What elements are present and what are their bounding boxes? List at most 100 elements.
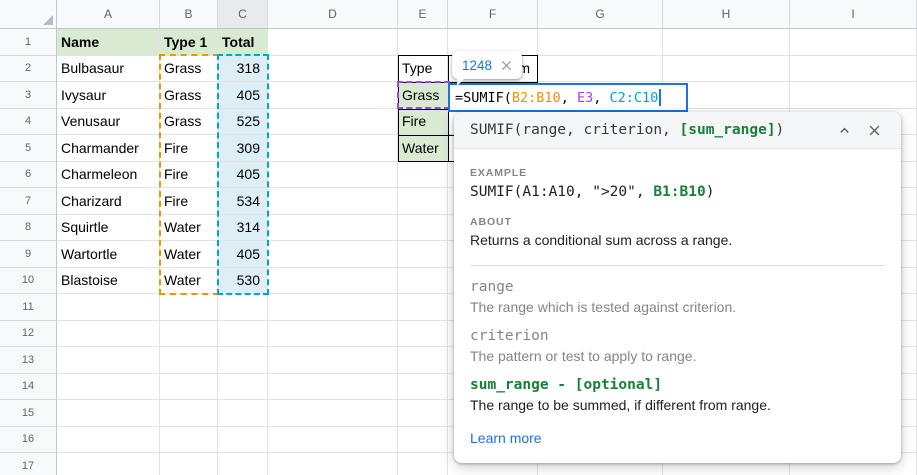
cell-B13[interactable] — [160, 347, 218, 374]
cell-C10[interactable]: 530 — [218, 268, 268, 295]
cell-E14[interactable] — [398, 374, 448, 401]
cell-D16[interactable] — [268, 427, 398, 454]
row-header-6[interactable]: 6 — [0, 162, 57, 189]
collapse-help-button[interactable] — [833, 119, 855, 141]
cell-C4[interactable]: 525 — [218, 109, 268, 136]
chip-close-icon[interactable] — [501, 60, 512, 71]
cell-I2[interactable] — [790, 56, 917, 83]
cell-D12[interactable] — [268, 321, 398, 348]
cell-B6[interactable]: Fire — [160, 162, 218, 189]
cell-D17[interactable] — [268, 453, 398, 475]
cell-D8[interactable] — [268, 215, 398, 242]
cell-A2[interactable]: Bulbasaur — [57, 56, 160, 83]
cell-A4[interactable]: Venusaur — [57, 109, 160, 136]
cell-E15[interactable] — [398, 400, 448, 427]
column-header-c[interactable]: C — [218, 0, 268, 29]
cell-C6[interactable]: 405 — [218, 162, 268, 189]
cell-D7[interactable] — [268, 188, 398, 215]
cell-E5[interactable]: Water — [398, 135, 448, 162]
cell-E3[interactable]: Grass — [398, 82, 448, 109]
row-header-17[interactable]: 17 — [0, 453, 57, 475]
cell-A10[interactable]: Blastoise — [57, 268, 160, 295]
cell-B8[interactable]: Water — [160, 215, 218, 242]
cell-B3[interactable]: Grass — [160, 82, 218, 109]
row-header-15[interactable]: 15 — [0, 400, 57, 427]
cell-B14[interactable] — [160, 374, 218, 401]
row-header-3[interactable]: 3 — [0, 82, 57, 109]
cell-C8[interactable]: 314 — [218, 215, 268, 242]
cell-C15[interactable] — [218, 400, 268, 427]
cell-E6[interactable] — [398, 162, 448, 189]
row-header-16[interactable]: 16 — [0, 427, 57, 454]
cell-D9[interactable] — [268, 241, 398, 268]
cell-D2[interactable] — [268, 56, 398, 83]
cell-C1[interactable]: Total — [218, 29, 268, 56]
cell-B15[interactable] — [160, 400, 218, 427]
row-header-11[interactable]: 11 — [0, 294, 57, 321]
column-header-b[interactable]: B — [160, 0, 218, 29]
cell-B9[interactable]: Water — [160, 241, 218, 268]
cell-B11[interactable] — [160, 294, 218, 321]
close-help-button[interactable] — [863, 119, 885, 141]
cell-E16[interactable] — [398, 427, 448, 454]
cell-C5[interactable]: 309 — [218, 135, 268, 162]
cell-D15[interactable] — [268, 400, 398, 427]
cell-C11[interactable] — [218, 294, 268, 321]
cell-B12[interactable] — [160, 321, 218, 348]
row-header-9[interactable]: 9 — [0, 241, 57, 268]
cell-E17[interactable] — [398, 453, 448, 475]
cell-C17[interactable] — [218, 453, 268, 475]
row-header-8[interactable]: 8 — [0, 215, 57, 242]
cell-D11[interactable] — [268, 294, 398, 321]
cell-A8[interactable]: Squirtle — [57, 215, 160, 242]
cell-B16[interactable] — [160, 427, 218, 454]
cell-A7[interactable]: Charizard — [57, 188, 160, 215]
cell-A11[interactable] — [57, 294, 160, 321]
cell-B10[interactable]: Water — [160, 268, 218, 295]
cell-D10[interactable] — [268, 268, 398, 295]
cell-E11[interactable] — [398, 294, 448, 321]
cell-A16[interactable] — [57, 427, 160, 454]
cell-E8[interactable] — [398, 215, 448, 242]
cell-A13[interactable] — [57, 347, 160, 374]
column-header-d[interactable]: D — [268, 0, 398, 29]
cell-B5[interactable]: Fire — [160, 135, 218, 162]
row-header-13[interactable]: 13 — [0, 347, 57, 374]
cell-D4[interactable] — [268, 109, 398, 136]
cell-H2[interactable] — [663, 56, 790, 83]
select-all-corner[interactable] — [0, 0, 57, 29]
cell-C13[interactable] — [218, 347, 268, 374]
cell-A15[interactable] — [57, 400, 160, 427]
cell-E13[interactable] — [398, 347, 448, 374]
cell-C7[interactable]: 534 — [218, 188, 268, 215]
row-header-5[interactable]: 5 — [0, 135, 57, 162]
formula-input[interactable]: =SUMIF(B2:B10, E3, C2:C10 — [448, 83, 688, 112]
learn-more-link[interactable]: Learn more — [470, 430, 542, 446]
cell-I3[interactable] — [790, 82, 917, 109]
cell-D3[interactable] — [268, 82, 398, 109]
cell-C16[interactable] — [218, 427, 268, 454]
cell-H1[interactable] — [663, 29, 790, 56]
row-header-2[interactable]: 2 — [0, 56, 57, 83]
cell-C14[interactable] — [218, 374, 268, 401]
cell-C9[interactable]: 405 — [218, 241, 268, 268]
cell-D1[interactable] — [268, 29, 398, 56]
cell-C12[interactable] — [218, 321, 268, 348]
cell-A9[interactable]: Wartortle — [57, 241, 160, 268]
row-header-14[interactable]: 14 — [0, 374, 57, 401]
cell-E12[interactable] — [398, 321, 448, 348]
row-header-12[interactable]: 12 — [0, 321, 57, 348]
cell-E7[interactable] — [398, 188, 448, 215]
cell-B7[interactable]: Fire — [160, 188, 218, 215]
cell-A6[interactable]: Charmeleon — [57, 162, 160, 189]
column-header-i[interactable]: I — [790, 0, 917, 29]
cell-A14[interactable] — [57, 374, 160, 401]
cell-E9[interactable] — [398, 241, 448, 268]
column-header-f[interactable]: F — [448, 0, 538, 29]
cell-C3[interactable]: 405 — [218, 82, 268, 109]
row-header-1[interactable]: 1 — [0, 29, 57, 56]
row-header-4[interactable]: 4 — [0, 109, 57, 136]
cell-A5[interactable]: Charmander — [57, 135, 160, 162]
cell-I1[interactable] — [790, 29, 917, 56]
cell-C2[interactable]: 318 — [218, 56, 268, 83]
